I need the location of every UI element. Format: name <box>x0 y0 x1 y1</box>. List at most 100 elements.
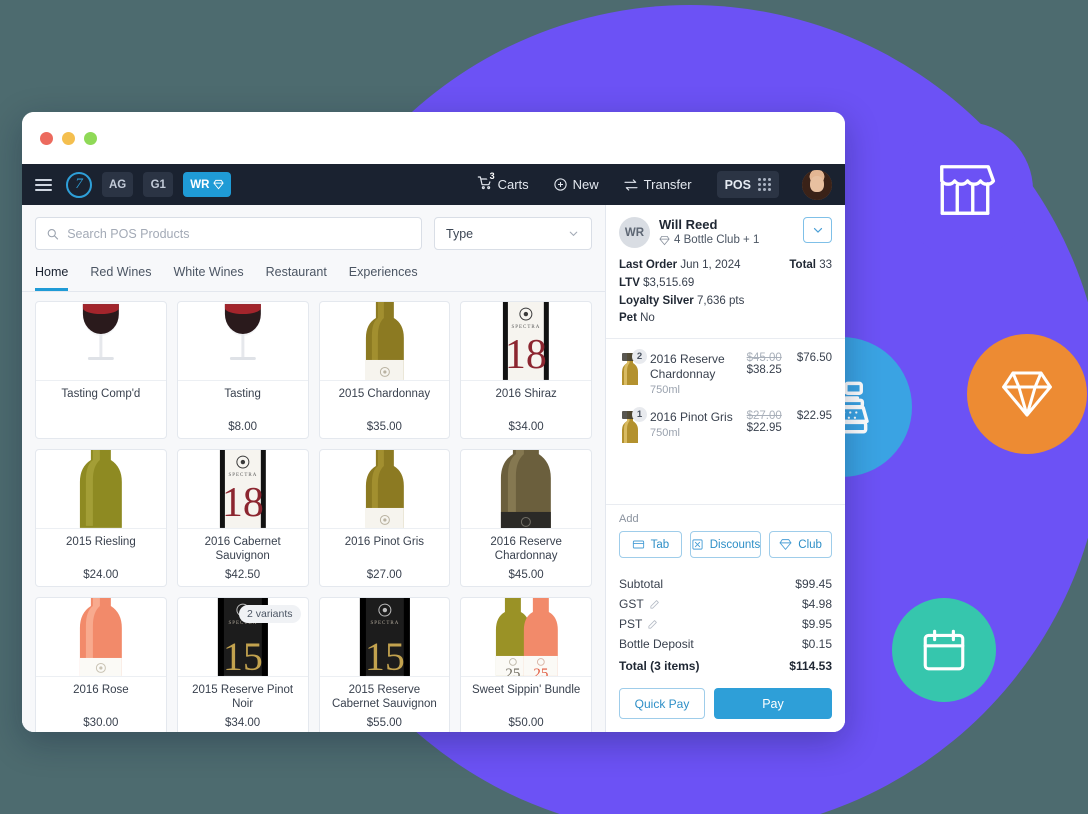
customer-fact-value: 7,636 pts <box>697 294 745 307</box>
search-input[interactable] <box>67 226 411 241</box>
product-name: Tasting <box>224 388 261 400</box>
tab-restaurant[interactable]: Restaurant <box>266 259 327 291</box>
quick-pay-button[interactable]: Quick Pay <box>619 688 705 719</box>
product-image: SPECTRA 15 <box>320 598 450 676</box>
type-filter-label: Type <box>446 226 474 241</box>
org-tag-wr[interactable]: WR <box>183 172 232 197</box>
svg-text:25: 25 <box>506 666 521 676</box>
cart-line-item[interactable]: 1 2016 Pinot Gris 750ml $27.00 $22.95 $22.95 <box>619 403 832 456</box>
product-image <box>320 302 450 380</box>
add-buttons: Tab Discounts Club <box>619 531 832 558</box>
customer-expand-button[interactable] <box>803 217 832 243</box>
product-image <box>461 450 591 528</box>
product-card[interactable]: 2016 Rose $30.00 <box>35 597 167 732</box>
add-label: Add <box>619 513 639 525</box>
total-label-wrap: Subtotal <box>619 577 663 591</box>
product-card[interactable]: Tasting Comp'd <box>35 301 167 439</box>
edit-pencil-icon[interactable] <box>647 619 658 630</box>
product-card[interactable]: SPECTRA 18 2016 Shiraz $34.00 <box>460 301 592 439</box>
tab-red-wines[interactable]: Red Wines <box>90 259 151 291</box>
hamburger-menu-icon[interactable] <box>35 178 52 191</box>
customer-header: WR Will Reed 4 Bottle Club + 1 <box>619 217 832 248</box>
product-card[interactable]: 25 25 Sweet Sippin' Bundle $50.00 <box>460 597 592 732</box>
product-card[interactable]: SPECTRA 15 2015 Reserve Cabernet Sauvigno… <box>318 597 451 732</box>
product-name: 2015 Reserve Pinot Noir <box>192 684 294 711</box>
diamond-icon <box>213 179 225 190</box>
pos-mode-button[interactable]: POS <box>716 171 779 198</box>
cart-line-item[interactable]: 2 2016 Reserve Chardonnay 750ml $45.00 $38.2… <box>619 345 832 403</box>
product-price: $34.00 <box>508 421 544 433</box>
line-item-thumbnail: 1 <box>619 407 647 449</box>
product-price: $27.00 <box>366 569 402 581</box>
new-label: New <box>572 177 599 192</box>
customer-club: 4 Bottle Club + 1 <box>659 234 759 246</box>
line-item-original-price: $27.00 <box>746 410 782 423</box>
total-value: $0.15 <box>801 637 832 651</box>
product-price: $8.00 <box>228 421 258 433</box>
product-meta: 2015 Reserve Cabernet Sauvignon $55.00 <box>319 676 450 732</box>
transfer-button[interactable]: Transfer <box>623 177 692 193</box>
line-item-quantity[interactable]: 2 <box>632 349 647 365</box>
search-container[interactable] <box>35 217 422 250</box>
close-window-button[interactable] <box>40 131 53 145</box>
product-name: Sweet Sippin' Bundle <box>471 684 581 696</box>
svg-text:25: 25 <box>534 666 549 676</box>
product-name: 2016 Rose <box>73 684 129 696</box>
minimize-window-button[interactable] <box>62 131 75 145</box>
user-avatar[interactable] <box>802 169 832 200</box>
line-item-info: 2016 Pinot Gris 750ml <box>650 410 738 439</box>
product-card[interactable]: Tasting $8.00 <box>176 301 309 439</box>
search-icon <box>47 228 59 239</box>
zoom-window-button[interactable] <box>84 131 97 145</box>
line-item-size: 750ml <box>650 427 680 440</box>
product-name: 2015 Chardonnay <box>338 388 431 400</box>
product-grid-scroll[interactable]: Tasting Comp'd Tasting $8.00 2015 Chardon… <box>22 292 605 732</box>
product-price: $35.00 <box>366 421 402 433</box>
product-meta: 2015 Reserve Pinot Noir $34.00 <box>177 676 308 732</box>
product-browser: Type Home Red Wines White Wines Restaurant E… <box>22 205 605 732</box>
pay-row: Quick Pay Pay <box>606 680 845 732</box>
product-card[interactable]: 2016 Reserve Chardonnay $45.00 <box>460 449 592 587</box>
product-card[interactable]: 2015 Riesling $24.00 <box>35 449 167 587</box>
total-value: $4.98 <box>801 597 832 611</box>
customer-total-value: 33 <box>819 259 832 271</box>
app-logo[interactable]: 7 <box>66 171 92 198</box>
carts-button[interactable]: 3 Carts <box>477 169 529 194</box>
product-meta: 2015 Chardonnay $35.00 <box>319 380 450 438</box>
product-card[interactable]: 2015 Chardonnay $35.00 <box>318 301 451 439</box>
customer-total-label: Total <box>789 259 816 271</box>
product-card[interactable]: 2016 Pinot Gris $27.00 <box>318 449 451 587</box>
org-tag-g1[interactable]: G1 <box>143 172 174 197</box>
product-grid: Tasting Comp'd Tasting $8.00 2015 Chardon… <box>35 301 592 732</box>
customer-section: WR Will Reed 4 Bottle Club + 1 Total 33 … <box>606 205 845 340</box>
diamond-icon <box>779 539 792 550</box>
diamond-icon <box>1002 371 1052 417</box>
product-card[interactable]: SPECTRA 15 2 variants 2015 Reserve Pinot N… <box>176 597 309 732</box>
product-card[interactable]: SPECTRA 18 2016 Cabernet Sauvignon $42.50 <box>176 449 309 587</box>
product-image: SPECTRA 18 <box>461 302 591 380</box>
edit-pencil-icon[interactable] <box>649 599 660 610</box>
line-item-quantity[interactable]: 1 <box>632 407 647 423</box>
total-value: $99.45 <box>795 577 832 591</box>
plus-circle-icon <box>554 178 567 191</box>
add-discounts-button[interactable]: Discounts <box>689 531 762 558</box>
add-section: Add Tab Discounts Club <box>606 504 845 568</box>
add-tab-button[interactable]: Tab <box>619 531 682 558</box>
cart-panel: WR Will Reed 4 Bottle Club + 1 Total 33 … <box>605 205 845 732</box>
line-item-name: 2016 Pinot Gris <box>650 410 733 425</box>
tab-home[interactable]: Home <box>35 259 69 291</box>
new-button[interactable]: New <box>553 177 599 192</box>
customer-avatar-initials: WR <box>619 217 650 248</box>
transfer-label: Transfer <box>643 177 692 192</box>
type-filter-select[interactable]: Type <box>434 217 592 250</box>
pay-button[interactable]: Pay <box>714 688 832 719</box>
product-name: Tasting Comp'd <box>61 388 141 400</box>
tab-white-wines[interactable]: White Wines <box>173 259 243 291</box>
org-tag-ag[interactable]: AG <box>102 172 134 197</box>
add-club-button[interactable]: Club <box>769 531 832 558</box>
window-titlebar <box>22 112 845 164</box>
tab-experiences[interactable]: Experiences <box>349 259 418 291</box>
variant-badge: 2 variants <box>238 605 301 623</box>
product-meta: 2016 Cabernet Sauvignon $42.50 <box>177 528 308 586</box>
chevron-down-icon <box>569 231 578 237</box>
